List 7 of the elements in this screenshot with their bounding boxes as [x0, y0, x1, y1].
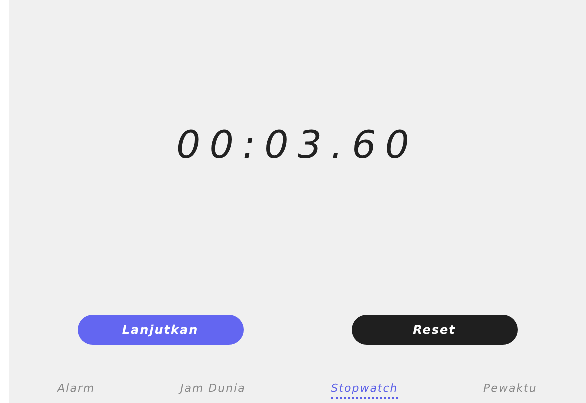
- tab[interactable]: Stopwatch: [331, 382, 398, 399]
- reset-button[interactable]: Reset: [352, 315, 518, 345]
- resume-button[interactable]: Lanjutkan: [78, 315, 244, 345]
- stopwatch-time: 00:03.60: [176, 122, 418, 168]
- tab[interactable]: Jam Dunia: [180, 382, 246, 399]
- tab[interactable]: Alarm: [58, 382, 96, 399]
- tab[interactable]: Pewaktu: [484, 382, 538, 399]
